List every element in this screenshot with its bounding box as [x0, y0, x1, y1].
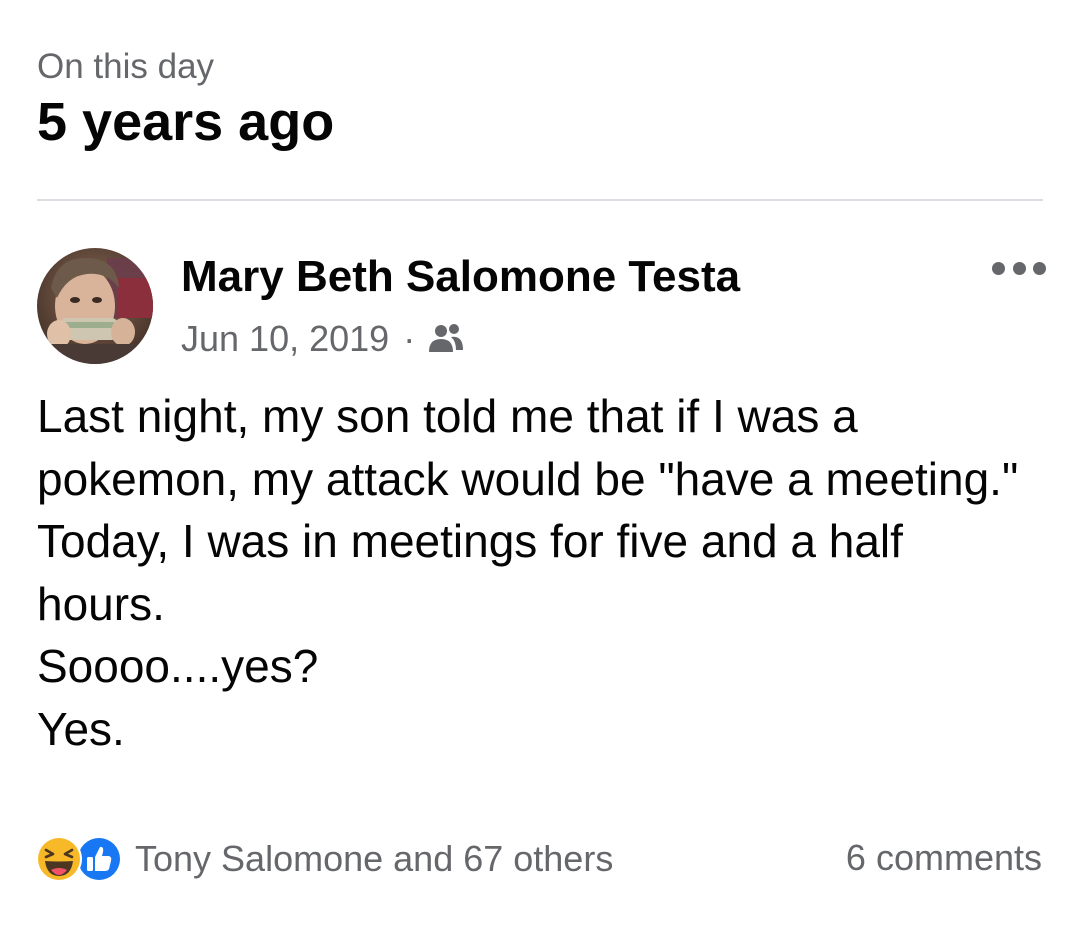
reactors-text[interactable]: Tony Salomone and 67 others [135, 834, 613, 884]
reaction-icons [35, 833, 127, 885]
meta-separator: · [403, 318, 416, 359]
post-date[interactable]: Jun 10, 2019 [181, 316, 389, 362]
memory-header: On this day 5 years ago [37, 44, 334, 154]
memory-subtitle: On this day [37, 47, 215, 86]
author-name[interactable]: Mary Beth Salomone Testa [181, 251, 740, 303]
post-line: Today, I was in meetings for five and a … [37, 515, 903, 567]
more-options-icon[interactable] [992, 250, 1046, 286]
divider [37, 199, 1043, 201]
post-line: hours. [37, 577, 165, 630]
more-dot [1033, 261, 1046, 275]
more-dot [1012, 261, 1026, 275]
post-line: Yes. [37, 702, 125, 755]
memory-title: 5 years ago [37, 92, 335, 152]
post-body: Last night, my son told me that if I was… [37, 385, 1057, 760]
friends-icon[interactable] [427, 320, 465, 358]
comments-count[interactable]: 6 comments [846, 833, 1042, 883]
post-line: Last night, my son told me that if I was… [37, 390, 858, 442]
avatar-photo [37, 248, 153, 364]
more-dot [992, 261, 1005, 275]
reactions-summary[interactable]: Tony Salomone and 67 others [35, 833, 613, 885]
post-line: Soooo....yes? [37, 640, 319, 692]
haha-icon [36, 836, 82, 882]
post-meta: Jun 10, 2019 · [181, 316, 465, 362]
post-line: pokemon, my attack would be "have a meet… [37, 452, 1019, 505]
author-avatar[interactable] [37, 248, 153, 364]
